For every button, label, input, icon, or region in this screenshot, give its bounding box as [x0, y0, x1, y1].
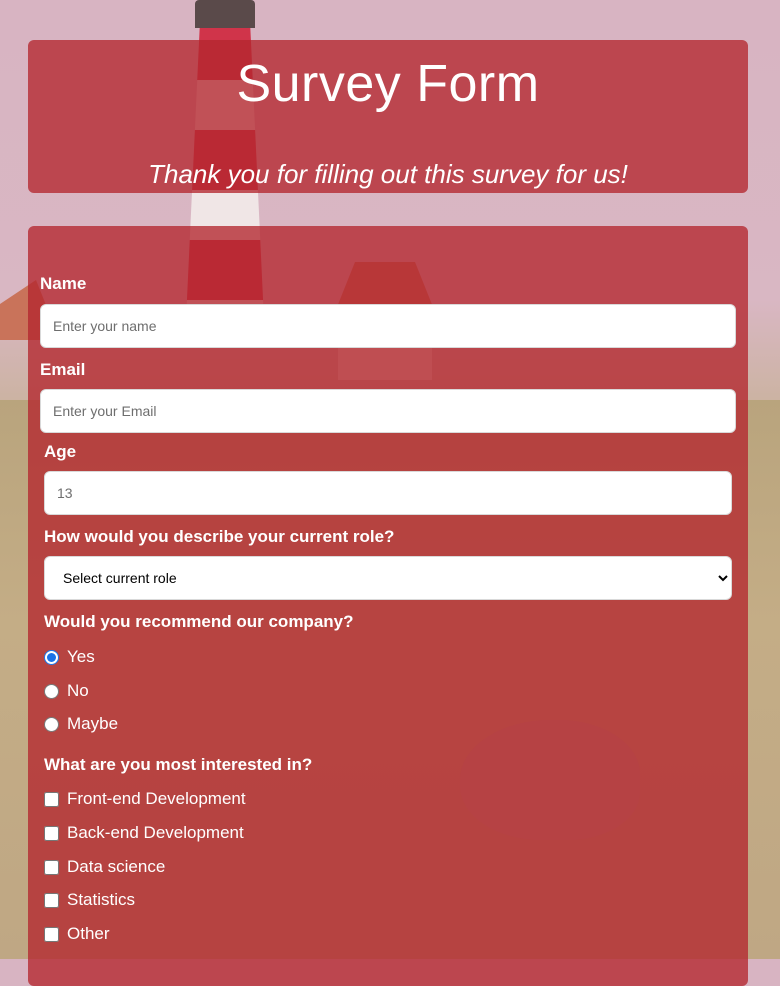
age-input[interactable]: [44, 471, 732, 515]
interest-option[interactable]: Other: [44, 923, 110, 945]
interests-label: What are you most interested in?: [44, 755, 313, 774]
interest-option[interactable]: Back-end Development: [44, 822, 244, 844]
recommend-label: Would you recommend our company?: [44, 612, 354, 631]
email-label: Email: [40, 360, 86, 379]
checkbox-other-label: Other: [67, 924, 110, 943]
email-input[interactable]: [40, 389, 736, 433]
checkbox-backend[interactable]: [44, 825, 59, 841]
checkbox-backend-label: Back-end Development: [67, 823, 244, 842]
radio-yes-label: Yes: [67, 647, 95, 666]
page-description: Thank you for filling out this survey fo…: [148, 159, 628, 189]
age-label: Age: [44, 442, 77, 461]
header-panel: Survey Form Thank you for filling out th…: [28, 40, 748, 193]
name-label: Name: [40, 274, 87, 293]
checkbox-other[interactable]: [44, 926, 59, 942]
lighthouse-lantern: [195, 0, 255, 28]
radio-no-label: No: [67, 681, 89, 700]
interest-option[interactable]: Data science: [44, 856, 165, 878]
page-title: Survey Form: [236, 55, 540, 113]
checkbox-data-science-label: Data science: [67, 857, 166, 876]
radio-yes[interactable]: [44, 649, 59, 665]
recommend-option[interactable]: No: [44, 680, 89, 702]
checkbox-statistics[interactable]: [44, 892, 59, 908]
checkbox-frontend[interactable]: [44, 791, 59, 807]
name-input[interactable]: [40, 304, 736, 348]
role-select[interactable]: Select current role: [44, 556, 732, 600]
checkbox-data-science[interactable]: [44, 859, 59, 875]
recommend-option[interactable]: Yes: [44, 646, 95, 668]
radio-maybe[interactable]: [44, 716, 59, 732]
survey-form: Name Email Age How would you describe yo…: [28, 226, 748, 986]
recommend-option[interactable]: Maybe: [44, 713, 118, 735]
role-label: How would you describe your current role…: [44, 527, 395, 546]
checkbox-statistics-label: Statistics: [67, 890, 136, 909]
checkbox-frontend-label: Front-end Development: [67, 789, 246, 808]
radio-no[interactable]: [44, 683, 59, 699]
interest-option[interactable]: Statistics: [44, 889, 135, 911]
radio-maybe-label: Maybe: [67, 714, 119, 733]
interest-option[interactable]: Front-end Development: [44, 788, 246, 810]
